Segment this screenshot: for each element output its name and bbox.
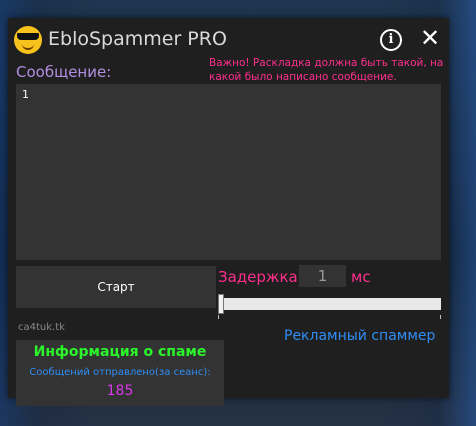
ad-spammer-link[interactable]: Рекламный спаммер	[284, 328, 435, 344]
delay-slider-thumb[interactable]	[218, 294, 224, 314]
delay-unit: мс	[351, 268, 371, 286]
info-icon[interactable]: i	[380, 29, 402, 51]
app-title: EbloSpammer PRO	[48, 28, 227, 50]
sunglasses-lenses	[17, 33, 39, 40]
spam-info-panel: Информация о спаме Сообщений отправлено(…	[16, 340, 224, 406]
app-window: EbloSpammer PRO i ✕ Сообщение: Важно! Ра…	[8, 18, 449, 406]
message-input[interactable]	[16, 84, 441, 260]
sent-count-label: Сообщений отправлено(за сеанс):	[29, 367, 211, 378]
site-link[interactable]: ca4tuk.tk	[18, 322, 65, 333]
info-title: Информация о спаме	[33, 344, 207, 360]
smile-mouth	[22, 44, 34, 50]
sunglasses-emoji-icon	[14, 26, 42, 54]
sent-count-value: 185	[106, 383, 134, 399]
message-label: Сообщение:	[16, 63, 112, 81]
delay-slider-track[interactable]	[218, 298, 441, 310]
close-icon[interactable]: ✕	[416, 24, 444, 52]
start-button[interactable]: Старт	[16, 266, 216, 308]
delay-input[interactable]: 1	[299, 265, 346, 287]
delay-slider-ticks	[218, 315, 441, 319]
layout-warning: Важно! Раскладка должна быть такой, на к…	[209, 57, 444, 83]
delay-label: Задержка:	[218, 268, 303, 286]
